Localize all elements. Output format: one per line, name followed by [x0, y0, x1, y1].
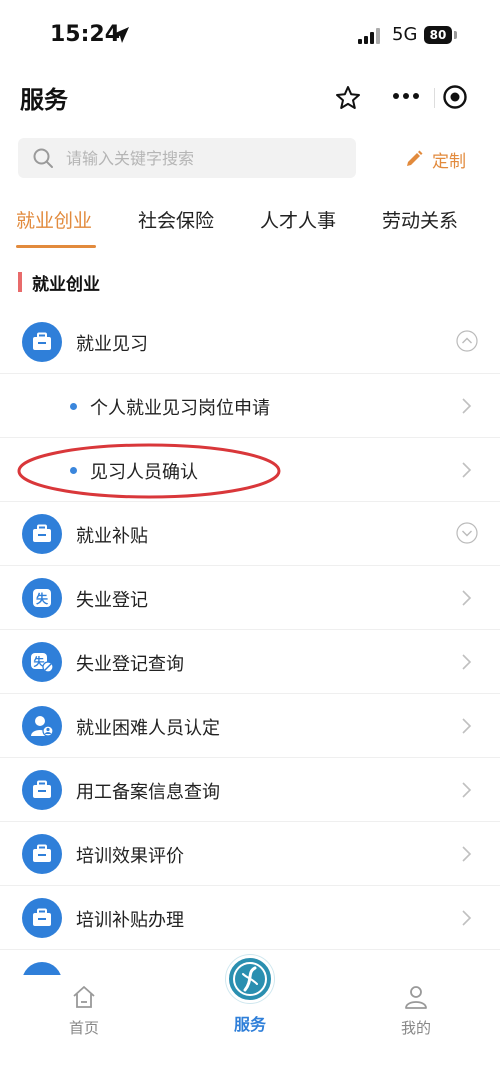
- chevron-right-icon: [462, 398, 472, 414]
- network-type: 5G: [392, 24, 418, 45]
- briefcase-icon: [22, 770, 62, 810]
- mini-program-capsule: [380, 78, 484, 116]
- briefcase-icon: [22, 898, 62, 938]
- customize-button[interactable]: 定制: [404, 145, 466, 173]
- more-icon[interactable]: [390, 86, 422, 106]
- section-title: 就业创业: [32, 274, 100, 295]
- category-tabs: 就业创业 社会保险 人才人事 劳动关系: [0, 196, 500, 252]
- list-item-training-evaluation[interactable]: 培训效果评价: [0, 822, 500, 886]
- capsule-divider: [434, 88, 435, 108]
- chevron-right-icon: [462, 654, 472, 670]
- chevron-right-icon: [462, 462, 472, 478]
- tab-talent-personnel[interactable]: 人才人事: [260, 206, 336, 233]
- annotation-ellipse: [17, 443, 281, 499]
- list-item-label: 培训补贴办理: [76, 910, 184, 931]
- chevron-right-icon: [462, 910, 472, 926]
- svg-text:失: 失: [36, 591, 49, 606]
- chevron-right-icon: [462, 590, 472, 606]
- unemployment-search-icon: 失: [22, 642, 62, 682]
- cellular-signal-icon: [358, 28, 384, 44]
- active-tab-indicator: [16, 245, 96, 248]
- customize-label: 定制: [432, 151, 466, 172]
- status-bar: 15:24 5G 80: [0, 0, 500, 72]
- service-list: 就业见习 个人就业见习岗位申请 见习人员确认 就业补贴 失 失业登记 失 失业登…: [0, 310, 500, 975]
- status-time: 15:24: [50, 22, 121, 47]
- home-icon: [73, 986, 95, 1008]
- tab-mine[interactable]: 我的: [366, 983, 466, 1038]
- briefcase-icon: [22, 962, 62, 975]
- chevron-up-circle-icon[interactable]: [456, 330, 478, 352]
- battery-tip: [454, 31, 457, 39]
- close-target-icon[interactable]: [442, 84, 468, 110]
- briefcase-icon: [22, 834, 62, 874]
- chevron-right-icon: [462, 718, 472, 734]
- service-logo-icon[interactable]: [226, 955, 274, 1003]
- person-badge-icon: [22, 706, 62, 746]
- pencil-icon: [407, 150, 423, 166]
- list-item-label: 个人就业见习岗位申请: [90, 398, 270, 419]
- list-item-label: 就业见习: [76, 334, 148, 355]
- user-icon: [405, 986, 427, 1009]
- tab-service-label[interactable]: 服务: [200, 1011, 300, 1035]
- briefcase-icon: [22, 322, 62, 362]
- list-item-training-subsidy[interactable]: 培训补贴办理: [0, 886, 500, 950]
- list-item-label: 培训效果评价: [76, 846, 184, 867]
- list-item-label: 失业登记: [76, 590, 148, 611]
- search-input[interactable]: [66, 138, 346, 178]
- tab-home-label: 首页: [68, 1019, 99, 1037]
- chevron-down-circle-icon[interactable]: [456, 522, 478, 544]
- search-icon: [33, 148, 53, 168]
- list-item-employment-subsidy[interactable]: 就业补贴: [0, 502, 500, 566]
- location-arrow-icon: [113, 27, 129, 43]
- chevron-right-icon: [462, 846, 472, 862]
- list-item-difficult-employment[interactable]: 就业困难人员认定: [0, 694, 500, 758]
- search-box[interactable]: [18, 138, 356, 178]
- list-item-unemployment-registration[interactable]: 失 失业登记: [0, 566, 500, 630]
- list-item-unemployment-query[interactable]: 失 失业登记查询: [0, 630, 500, 694]
- star-icon[interactable]: [334, 84, 362, 112]
- tab-employment[interactable]: 就业创业: [16, 206, 92, 233]
- unemployment-icon: 失: [22, 578, 62, 618]
- list-item-label: 就业补贴: [76, 526, 148, 547]
- tab-home[interactable]: 首页: [34, 983, 134, 1038]
- section-accent-bar: [18, 272, 22, 292]
- tab-social-insurance[interactable]: 社会保险: [138, 206, 214, 233]
- list-item-label: 用工备案信息查询: [76, 782, 220, 803]
- section-header: 就业创业: [18, 270, 100, 295]
- bottom-tab-bar: 首页 服务 我的: [0, 955, 500, 1083]
- list-item-employment-record-query[interactable]: 用工备案信息查询: [0, 758, 500, 822]
- page-title: 服务: [20, 86, 68, 114]
- list-item-internship[interactable]: 就业见习: [0, 310, 500, 374]
- bullet-dot: [70, 403, 77, 410]
- tab-labor-relations[interactable]: 劳动关系: [382, 206, 458, 233]
- chevron-right-icon: [462, 782, 472, 798]
- list-item-label: 失业登记查询: [76, 654, 184, 675]
- briefcase-icon: [22, 514, 62, 554]
- list-item-label: 就业困难人员认定: [76, 718, 220, 739]
- tab-mine-label: 我的: [400, 1019, 431, 1037]
- list-item-internship-application[interactable]: 个人就业见习岗位申请: [0, 374, 500, 438]
- battery-icon: 80: [424, 26, 452, 44]
